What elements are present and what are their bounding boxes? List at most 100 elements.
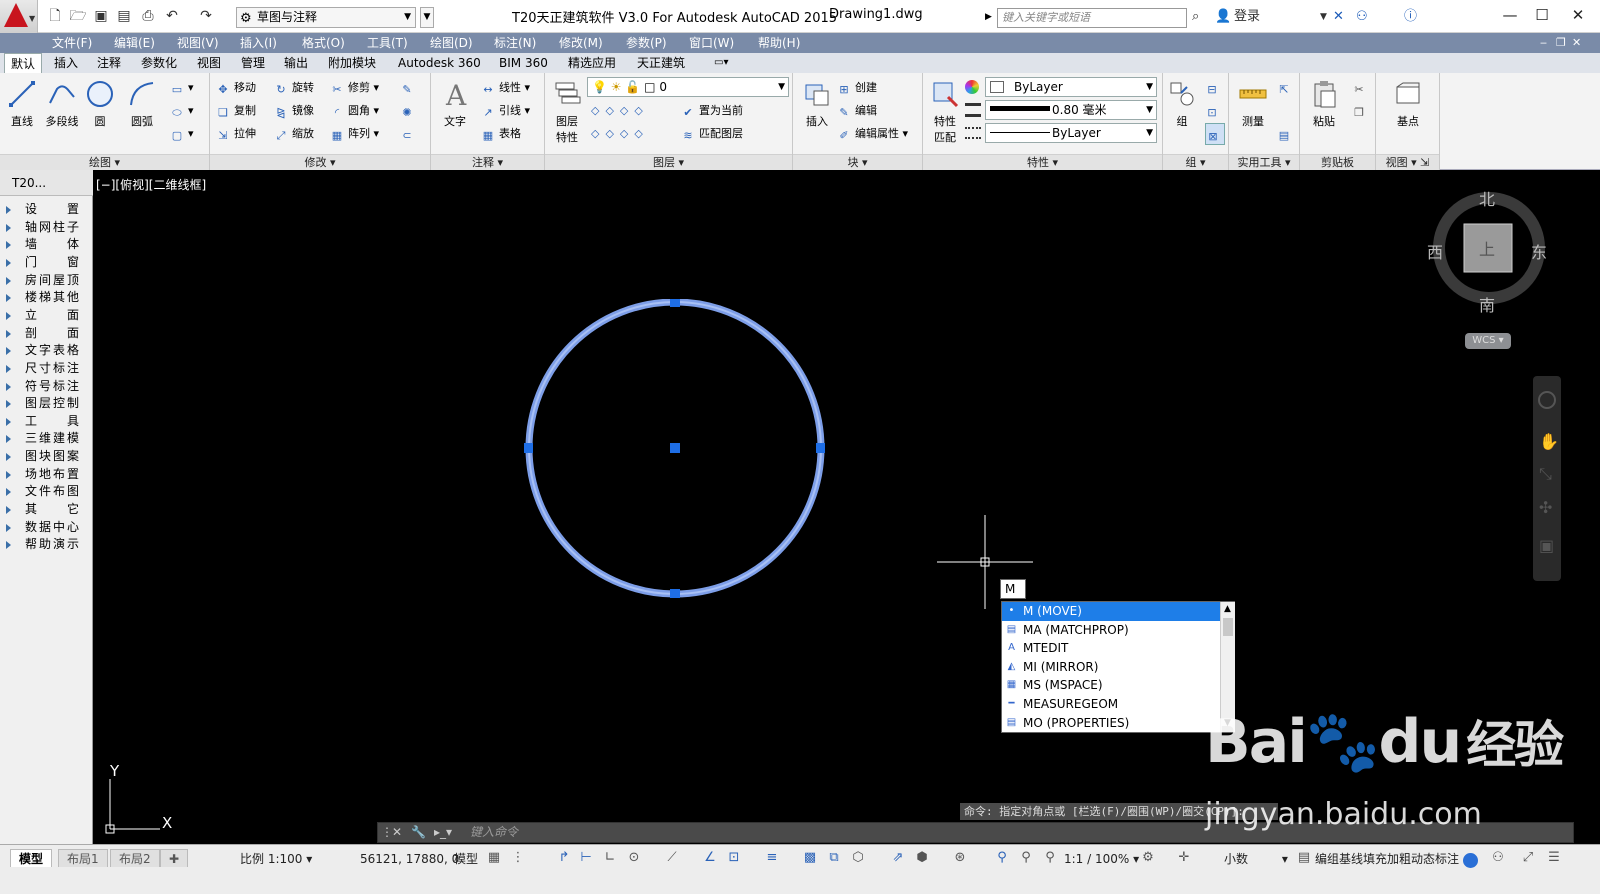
sidebar-item[interactable]: 剖 面	[6, 325, 86, 342]
sidebar-item[interactable]: 门 窗	[6, 254, 86, 271]
orbit-icon[interactable]: ✣	[1539, 498, 1552, 517]
sidebar-item[interactable]: 图层控制	[6, 395, 86, 412]
sidebar-item[interactable]: 文字表格	[6, 342, 86, 359]
sidebar-item[interactable]: 数据中心	[6, 519, 86, 536]
quick-properties-icon[interactable]: ▤	[1296, 850, 1312, 866]
object-snap-icon[interactable]: ⊡	[726, 850, 742, 866]
layer-tools-row2[interactable]: ◇◇◇◇	[591, 123, 649, 145]
ribbon-toggle-icon[interactable]: ▭▾	[708, 53, 734, 73]
sidebar-item[interactable]: 设 置	[6, 201, 86, 218]
panel-modify-title[interactable]: 修改 ▾	[210, 154, 430, 170]
isodraft-icon[interactable]: ⟋	[664, 850, 680, 866]
annotation-scale-dropdown[interactable]: 1:1 / 100% ▾	[1064, 850, 1139, 868]
match-layer-button[interactable]: ≋ 匹配图层	[681, 123, 743, 145]
steering-wheel-icon[interactable]	[1538, 391, 1556, 409]
showmotion-icon[interactable]: ▣	[1539, 536, 1554, 555]
tab-manage[interactable]: 管理	[235, 53, 271, 73]
explode-button[interactable]: ✺	[400, 100, 418, 122]
match-properties-button[interactable]: 特性 匹配	[923, 79, 967, 145]
doc-minimize-icon[interactable]: ‒	[1540, 33, 1547, 53]
set-current-button[interactable]: ✔ 置为当前	[681, 100, 743, 122]
viewport-controls[interactable]: [−][俯视][二维线框]	[96, 176, 206, 193]
close-cmdline-icon[interactable]: ✕	[392, 823, 402, 842]
leader-button[interactable]: ↗ 引线 ▾	[481, 100, 530, 122]
maximize-button[interactable]: ☐	[1527, 4, 1557, 26]
help-icon[interactable]: ⓘ	[1404, 8, 1417, 26]
fillet-button[interactable]: ◜ 圆角 ▾	[330, 100, 379, 122]
dynamic-input[interactable]: M	[1000, 579, 1026, 599]
menu-tools[interactable]: 工具(T)	[367, 33, 408, 53]
command-input[interactable]: 键入命令	[470, 823, 518, 842]
redo-icon[interactable]: ↷	[197, 8, 215, 24]
workspace-dropdown[interactable]: ⚙ 草图与注释 ▼	[236, 7, 416, 28]
grip-left[interactable]	[524, 443, 533, 453]
region-button[interactable]: ▢ ▾	[170, 123, 194, 145]
tab-view[interactable]: 视图	[191, 53, 227, 73]
scale-dropdown[interactable]: 比例 1:100 ▾	[240, 850, 312, 868]
layout-tab-2[interactable]: 布局2	[110, 849, 160, 867]
edit-block-button[interactable]: ✎ 编辑	[837, 100, 877, 122]
customization-menu-icon[interactable]: ☰	[1546, 850, 1562, 866]
save-icon[interactable]: ▣	[92, 8, 110, 24]
snap-icon[interactable]: ⋮	[510, 850, 526, 866]
isolate-objects-icon[interactable]	[1463, 853, 1478, 868]
ungroup-button[interactable]: ⊟	[1205, 77, 1223, 99]
save-as-icon[interactable]: ▤	[115, 8, 133, 24]
auto-scale-icon[interactable]: ⚲	[1018, 850, 1034, 866]
panel-utilities-title[interactable]: 实用工具 ▾	[1229, 154, 1299, 170]
print-icon[interactable]: ⎙	[139, 8, 157, 24]
layer-dropdown[interactable]: 💡 ☀ 🔓 □ 0 ▼	[587, 77, 789, 97]
menu-file[interactable]: 文件(F)	[52, 33, 92, 53]
sidebar-item[interactable]: 其 它	[6, 501, 86, 518]
dynamic-ucs-icon[interactable]: ⇗	[890, 850, 906, 866]
measure-button[interactable]: 测量	[1231, 79, 1275, 129]
selected-circle[interactable]	[524, 299, 826, 601]
3d-osnap-icon[interactable]: ⬡	[850, 850, 866, 866]
open-file-icon[interactable]: 🗁	[69, 8, 87, 24]
grip-bottom[interactable]	[670, 589, 680, 598]
search-input[interactable]: 键入关键字或短语	[997, 8, 1187, 28]
panel-properties-title[interactable]: 特性 ▾	[923, 154, 1162, 170]
autocomplete-item[interactable]: ━ MEASUREGEOM	[1002, 695, 1220, 714]
pan-hand-icon[interactable]: ✋	[1539, 432, 1559, 451]
group-button[interactable]: 组	[1163, 79, 1201, 129]
copy-button[interactable]: ❏ 复制	[216, 100, 256, 122]
mirror-button[interactable]: ⧎ 镜像	[274, 100, 314, 122]
layer-tools-row1[interactable]: ◇◇◇◇	[591, 100, 649, 122]
login-button[interactable]: 登录	[1234, 8, 1260, 26]
selection-cycling-icon[interactable]: ⧉	[826, 850, 842, 866]
grip-right[interactable]	[816, 443, 825, 453]
insert-block-button[interactable]: 插入	[795, 79, 839, 129]
annotation-scale-icon[interactable]: ⚲	[1042, 850, 1058, 866]
tab-output[interactable]: 输出	[278, 53, 314, 73]
offset-button[interactable]: ⊂	[400, 123, 418, 145]
selection-filter-icon[interactable]: ⬢	[914, 850, 930, 866]
annotation-visibility-icon[interactable]: ⚲	[994, 850, 1010, 866]
base-point-button[interactable]: 基点	[1386, 79, 1430, 129]
tab-annotate[interactable]: 注释	[91, 53, 127, 73]
lineweight-dropdown[interactable]: 0.80 毫米 ▼	[985, 100, 1157, 120]
grip-center[interactable]	[670, 443, 680, 453]
tab-addins[interactable]: 附加模块	[322, 53, 382, 73]
autocomplete-item[interactable]: A MTEDIT	[1002, 639, 1220, 658]
compass-north[interactable]: 北	[1479, 186, 1495, 210]
group-edit-button[interactable]: ⊡	[1205, 100, 1223, 122]
expand-arrow-icon[interactable]: ▶	[985, 12, 992, 22]
dynamic-input-icon[interactable]: ⊢	[578, 850, 594, 866]
binoculars-icon[interactable]: ⌕	[1192, 8, 1199, 26]
scroll-up-icon[interactable]: ▲	[1224, 604, 1231, 614]
calculator-button[interactable]: ▤	[1277, 123, 1295, 145]
viewcube-top-face[interactable]: 上	[1479, 236, 1495, 260]
recent-commands-icon[interactable]: ▸_▾	[434, 823, 452, 842]
gizmo-icon[interactable]: ⊛	[952, 850, 968, 866]
workspace-switch-icon[interactable]: ⚙	[1140, 850, 1156, 866]
stretch-button[interactable]: ⇲ 拉伸	[216, 123, 256, 145]
hardware-acceleration-icon[interactable]: ⚇	[1490, 850, 1506, 866]
a360-icon[interactable]: ⚇	[1356, 8, 1368, 26]
compass-west[interactable]: 西	[1427, 239, 1443, 263]
sidebar-item[interactable]: 立 面	[6, 307, 86, 324]
menu-view[interactable]: 视图(V)	[177, 33, 219, 53]
group-select-toggle[interactable]: ⊠	[1205, 123, 1225, 145]
copy-clip-button[interactable]: ❐	[1352, 100, 1370, 122]
sidebar-item[interactable]: 场地布置	[6, 466, 86, 483]
